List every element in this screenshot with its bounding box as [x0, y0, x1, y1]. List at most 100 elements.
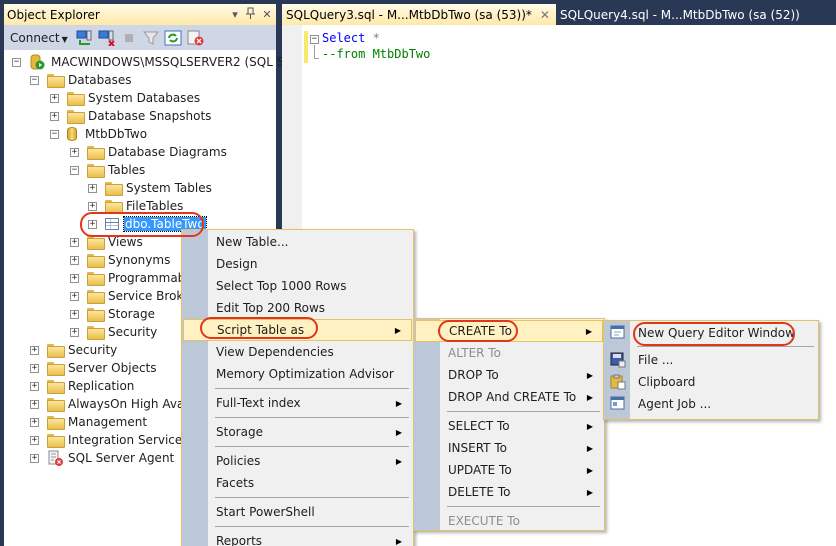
- context-item-start-powershell[interactable]: Start PowerShell: [183, 501, 412, 523]
- expand-icon[interactable]: +: [30, 345, 39, 355]
- close-tab-icon[interactable]: ✕: [540, 8, 550, 22]
- script-item-drop-and-create-to[interactable]: DROP And CREATE To ▶: [415, 386, 603, 408]
- expand-icon[interactable]: +: [30, 417, 39, 427]
- tree-node[interactable]: + Server Objects: [30, 359, 157, 377]
- folder-icon: [87, 326, 105, 340]
- menu-item-label: DELETE To: [448, 485, 511, 499]
- disconnect-icon[interactable]: [98, 30, 116, 46]
- expand-icon[interactable]: +: [70, 309, 79, 319]
- tree-node[interactable]: + Security: [70, 323, 157, 341]
- tab-label: SQLQuery3.sql - M...MtbDbTwo (sa (53))*: [286, 7, 532, 22]
- activity-monitor-icon[interactable]: [186, 30, 204, 46]
- clipboard-icon: [610, 374, 626, 390]
- context-item-script-table-as[interactable]: Script Table as ▶: [183, 319, 412, 341]
- collapse-region-icon[interactable]: −: [310, 35, 319, 44]
- expand-icon[interactable]: +: [88, 183, 97, 193]
- script-item-drop-to[interactable]: DROP To ▶: [415, 364, 603, 386]
- tab-sqlquery3[interactable]: SQLQuery3.sql - M...MtbDbTwo (sa (53))* …: [282, 4, 556, 25]
- expand-icon[interactable]: +: [88, 201, 97, 211]
- expand-icon[interactable]: +: [30, 381, 39, 391]
- context-item-policies[interactable]: Policies ▶: [183, 450, 412, 472]
- context-item-select-top-1000-rows[interactable]: Select Top 1000 Rows: [183, 275, 412, 297]
- tree-node[interactable]: − Tables: [70, 161, 145, 179]
- create-to-submenu: New Query Editor Window File ... Clipboard…: [603, 320, 819, 420]
- script-item-select-to[interactable]: SELECT To ▶: [415, 415, 603, 437]
- tab-sqlquery4[interactable]: SQLQuery4.sql - M...MtbDbTwo (sa (52)): [556, 4, 806, 25]
- script-item-insert-to[interactable]: INSERT To ▶: [415, 437, 603, 459]
- expand-icon[interactable]: +: [30, 399, 39, 409]
- create-item-file[interactable]: File ...: [605, 349, 817, 371]
- refresh-icon[interactable]: [164, 30, 182, 46]
- collapse-icon[interactable]: −: [70, 165, 79, 175]
- collapse-icon[interactable]: −: [30, 75, 39, 85]
- expand-icon[interactable]: +: [30, 435, 39, 445]
- script-item-execute-to: EXECUTE To: [415, 510, 603, 532]
- context-item-storage[interactable]: Storage ▶: [183, 421, 412, 443]
- tree-node[interactable]: + System Databases: [50, 89, 200, 107]
- expand-icon[interactable]: +: [50, 111, 59, 121]
- expand-icon[interactable]: +: [70, 273, 79, 283]
- folder-icon: [47, 362, 65, 376]
- expand-icon[interactable]: +: [70, 237, 79, 247]
- context-item-facets[interactable]: Facets: [183, 472, 412, 494]
- create-item-new-query-editor-window[interactable]: New Query Editor Window: [605, 322, 817, 344]
- folder-icon: [87, 254, 105, 268]
- expand-icon[interactable]: +: [70, 255, 79, 265]
- tree-node[interactable]: + Replication: [30, 377, 134, 395]
- sql-agent-icon: [47, 450, 63, 466]
- expand-icon[interactable]: +: [70, 291, 79, 301]
- tree-node[interactable]: + Service Broker: [70, 287, 195, 305]
- menu-item-label: New Table...: [216, 235, 289, 249]
- tree-node[interactable]: − Databases: [30, 71, 132, 89]
- script-item-update-to[interactable]: UPDATE To ▶: [415, 459, 603, 481]
- script-item-delete-to[interactable]: DELETE To ▶: [415, 481, 603, 503]
- menu-item-label: Edit Top 200 Rows: [216, 301, 326, 315]
- tree-node[interactable]: − MtbDbTwo: [50, 125, 147, 143]
- expand-icon[interactable]: +: [70, 147, 79, 157]
- close-icon[interactable]: ✕: [260, 8, 274, 21]
- tree-node[interactable]: + Storage: [70, 305, 155, 323]
- context-item-memory-optimization-advisor[interactable]: Memory Optimization Advisor: [183, 363, 412, 385]
- stop-icon[interactable]: [120, 30, 138, 46]
- menu-item-label: Reports: [216, 534, 263, 546]
- expand-icon[interactable]: +: [70, 327, 79, 337]
- tree-node[interactable]: + Synonyms: [70, 251, 170, 269]
- tree-node[interactable]: − MACWINDOWS\MSSQLSERVER2 (SQL Server: [12, 53, 316, 71]
- script-item-create-to[interactable]: CREATE To ▶: [415, 320, 603, 342]
- tree-node[interactable]: + Security: [30, 341, 117, 359]
- menu-separator: [215, 417, 409, 418]
- tree-node[interactable]: + FileTables: [88, 197, 183, 215]
- expand-icon[interactable]: +: [50, 93, 59, 103]
- context-item-new-table[interactable]: New Table...: [183, 231, 412, 253]
- context-item-view-dependencies[interactable]: View Dependencies: [183, 341, 412, 363]
- tree-node[interactable]: + SQL Server Agent: [30, 449, 174, 467]
- create-item-agent-job[interactable]: Agent Job ...: [605, 393, 817, 415]
- connect-object-explorer-icon[interactable]: [76, 30, 94, 46]
- submenu-arrow-icon: ▶: [586, 487, 593, 497]
- context-item-reports[interactable]: Reports ▶: [183, 530, 412, 546]
- tree-node[interactable]: + System Tables: [88, 179, 212, 197]
- context-item-full-text-index[interactable]: Full-Text index ▶: [183, 392, 412, 414]
- tree-node-label: Server Objects: [68, 361, 157, 375]
- tree-node[interactable]: + Database Diagrams: [70, 143, 227, 161]
- tree-node[interactable]: + Views: [70, 233, 143, 251]
- create-item-clipboard[interactable]: Clipboard: [605, 371, 817, 393]
- auto-hide-pin-icon[interactable]: [244, 7, 258, 22]
- agent-job-icon: [610, 396, 626, 412]
- tree-node[interactable]: + Database Snapshots: [50, 107, 211, 125]
- connect-button[interactable]: Connect ▼: [10, 31, 68, 45]
- expand-icon[interactable]: +: [30, 453, 39, 463]
- folder-icon: [87, 236, 105, 250]
- tab-label: SQLQuery4.sql - M...MtbDbTwo (sa (52)): [559, 7, 800, 22]
- filter-icon[interactable]: [142, 30, 160, 46]
- collapse-icon[interactable]: −: [50, 129, 59, 139]
- collapse-icon[interactable]: −: [12, 57, 21, 67]
- expand-icon[interactable]: +: [30, 363, 39, 373]
- window-position-dropdown-icon[interactable]: ▾: [228, 8, 242, 21]
- context-item-edit-top-200-rows[interactable]: Edit Top 200 Rows: [183, 297, 412, 319]
- tree-node-label: FileTables: [126, 199, 184, 213]
- tree-node[interactable]: + Management: [30, 413, 147, 431]
- context-item-design[interactable]: Design: [183, 253, 412, 275]
- expand-icon[interactable]: +: [88, 219, 97, 229]
- tree-node-label: MACWINDOWS\MSSQLSERVER2 (SQL Server: [51, 55, 317, 69]
